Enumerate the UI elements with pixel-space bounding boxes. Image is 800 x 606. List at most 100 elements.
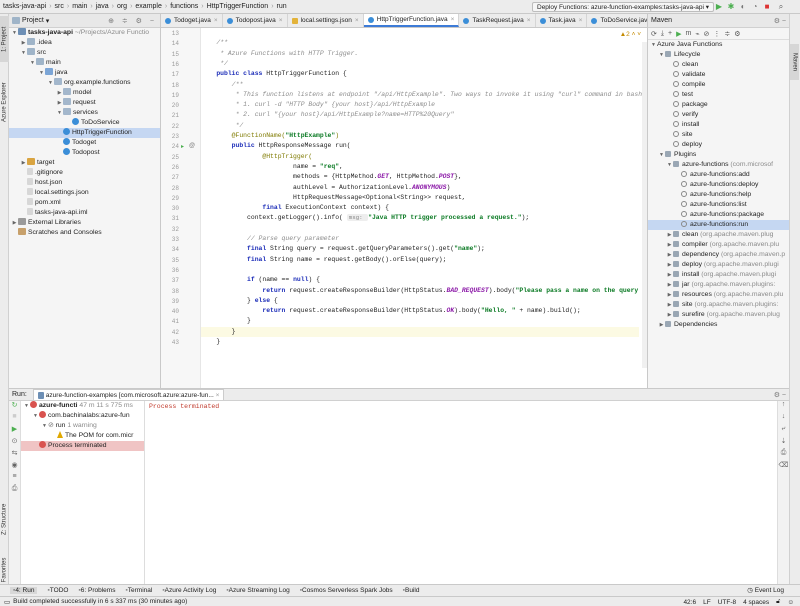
- code-line[interactable]: name = "req",: [201, 162, 639, 172]
- lock-icon[interactable]: 🔓︎: [776, 598, 780, 606]
- run-gutter-icon[interactable]: ▸: [181, 143, 184, 150]
- azure-explorer-tool-tab[interactable]: Azure Explorer: [0, 74, 9, 130]
- indent-setting[interactable]: 4 spaces: [743, 599, 769, 606]
- maven-tree-item[interactable]: ▼ azure-functions (com.microsof: [648, 160, 789, 170]
- project-tree-item[interactable]: .gitignore: [9, 168, 160, 178]
- maven-tree-item[interactable]: ▶ clean (org.apache.maven.plug: [648, 230, 789, 240]
- run-again-icon[interactable]: ▶: [9, 425, 20, 437]
- project-tree-item[interactable]: ▼ src: [9, 48, 160, 58]
- maven-tree-item[interactable]: ▶ surefire (org.apache.maven.plug: [648, 310, 789, 320]
- code-line[interactable]: if (name == null) {: [201, 275, 639, 285]
- maven-tree-item[interactable]: azure-functions:package: [648, 210, 789, 220]
- run-tree-item[interactable]: The POM for com.micr: [21, 431, 144, 441]
- run-maven-icon[interactable]: ▶: [676, 30, 681, 38]
- code-line[interactable]: public class HttpTriggerFunction {: [201, 69, 639, 79]
- breadcrumb-item[interactable]: tasks-java-api: [3, 3, 46, 10]
- code-line[interactable]: * 2. curl "{your host}/api/HttpExample?n…: [201, 110, 639, 120]
- stop-run-icon[interactable]: ■: [9, 413, 20, 425]
- line-separator[interactable]: LF: [703, 599, 711, 606]
- maven-tree-item[interactable]: site: [648, 130, 789, 140]
- breadcrumb-item[interactable]: java: [96, 3, 109, 10]
- project-tree-item[interactable]: ▶ model: [9, 88, 160, 98]
- project-tree-item[interactable]: ▶ target: [9, 158, 160, 168]
- project-tree-item[interactable]: ▼ org.example.functions: [9, 78, 160, 88]
- code-line[interactable]: * Azure Functions with HTTP Trigger.: [201, 49, 639, 59]
- code-line[interactable]: */: [201, 59, 639, 69]
- project-tree-item[interactable]: ▶ .idea: [9, 38, 160, 48]
- breadcrumb-item[interactable]: org: [117, 3, 127, 10]
- show-dependencies-icon[interactable]: ⋮: [713, 30, 720, 38]
- maven-tree-item[interactable]: ▶ jar (org.apache.maven.plugins:: [648, 280, 789, 290]
- toggle-offline-icon[interactable]: ⌁: [695, 30, 699, 38]
- expand-icon[interactable]: ≡: [9, 473, 20, 485]
- expanded-arrow-icon[interactable]: ▼: [29, 58, 36, 68]
- collapsed-arrow-icon[interactable]: ▶: [666, 280, 673, 290]
- maven-tree-item[interactable]: install: [648, 120, 789, 130]
- maven-settings-icon[interactable]: ⚙: [734, 30, 740, 38]
- status-message[interactable]: Build completed successfully in 6 s 337 …: [13, 598, 187, 605]
- scroll-up-icon[interactable]: ↑: [778, 401, 789, 413]
- print-console-icon[interactable]: ⎙: [778, 449, 789, 461]
- execute-goal-icon[interactable]: m: [685, 30, 691, 37]
- close-tab-icon[interactable]: ×: [216, 392, 220, 399]
- collapsed-arrow-icon[interactable]: ▶: [666, 290, 673, 300]
- editor-tab[interactable]: HttpTriggerFunction.java ×: [363, 14, 460, 27]
- project-tree-item[interactable]: Scratches and Consoles: [9, 228, 160, 238]
- bottom-tool-tab[interactable]: ▪ Terminal: [125, 587, 152, 594]
- expanded-arrow-icon[interactable]: ▼: [658, 150, 665, 160]
- project-tree-item[interactable]: ▶ External Libraries: [9, 218, 160, 228]
- collapsed-arrow-icon[interactable]: ▶: [666, 270, 673, 280]
- code-line[interactable]: * This function listens at endpoint "/ap…: [201, 90, 646, 100]
- project-tree-item[interactable]: ▼ java: [9, 68, 160, 78]
- maven-tree-item[interactable]: validate: [648, 70, 789, 80]
- close-tab-icon[interactable]: ×: [214, 17, 218, 24]
- close-tab-icon[interactable]: ×: [579, 17, 583, 24]
- bottom-tool-tab[interactable]: ▪ Build: [403, 587, 420, 594]
- collapsed-arrow-icon[interactable]: ▶: [666, 260, 673, 270]
- filter-icon[interactable]: ◉: [9, 461, 20, 473]
- expanded-arrow-icon[interactable]: ▼: [666, 160, 673, 170]
- run-icon[interactable]: ▶: [714, 2, 724, 12]
- code-line[interactable]: [201, 224, 639, 234]
- skip-tests-icon[interactable]: ⊘: [704, 30, 710, 38]
- code-line[interactable]: HttpRequestMessage<Optional<String>> req…: [201, 193, 639, 203]
- close-tab-icon[interactable]: ×: [451, 16, 455, 23]
- stop-icon[interactable]: ■: [762, 2, 772, 12]
- breadcrumb-item[interactable]: example: [135, 3, 161, 10]
- maven-tree-item[interactable]: ▶ site (org.apache.maven.plugins:: [648, 300, 789, 310]
- breadcrumb-item[interactable]: main: [72, 3, 87, 10]
- breadcrumb-item[interactable]: functions: [170, 3, 198, 10]
- project-tree-item[interactable]: ToDoService: [9, 118, 160, 128]
- warnings-indicator[interactable]: ▲2 ˄ ˅: [620, 31, 641, 38]
- profile-icon[interactable]: ◔: [750, 2, 760, 12]
- code-line[interactable]: * 1. curl -d "HTTP Body" {your host}/api…: [201, 100, 639, 110]
- close-tab-icon[interactable]: ×: [279, 17, 283, 24]
- reload-icon[interactable]: ⟳: [651, 30, 657, 38]
- coverage-icon[interactable]: ◐: [738, 2, 748, 12]
- maven-tree-item[interactable]: ▶ dependency (org.apache.maven.p: [648, 250, 789, 260]
- event-log-tab[interactable]: ◷ Event Log: [747, 586, 784, 594]
- editor-tab[interactable]: Task.java ×: [536, 14, 588, 27]
- breadcrumb-item[interactable]: src: [55, 3, 64, 10]
- panel-actions-icon[interactable]: ⊕ ≑ ⚙ −: [108, 17, 157, 25]
- expanded-arrow-icon[interactable]: ▼: [47, 78, 54, 88]
- collapsed-arrow-icon[interactable]: ▶: [666, 300, 673, 310]
- collapsed-arrow-icon[interactable]: ▶: [56, 98, 63, 108]
- maven-tree-item[interactable]: ▼Azure Java Functions: [648, 40, 789, 50]
- maven-tree-item[interactable]: package: [648, 100, 789, 110]
- run-tree-item[interactable]: Process terminated: [21, 441, 144, 451]
- project-tree-item[interactable]: HttpTriggerFunction: [9, 128, 160, 138]
- scroll-down-icon[interactable]: ↓: [778, 413, 789, 425]
- print-icon[interactable]: ⎙: [9, 485, 20, 497]
- expanded-arrow-icon[interactable]: ▼: [658, 50, 665, 60]
- annotation-gutter-icon[interactable]: @: [189, 143, 195, 149]
- code-line[interactable]: [201, 28, 639, 38]
- code-line[interactable]: return request.createResponseBuilder(Htt…: [201, 286, 647, 296]
- maven-tree-item[interactable]: test: [648, 90, 789, 100]
- maven-tree-item[interactable]: ▶ resources (org.apache.maven.plu: [648, 290, 789, 300]
- run-panel-settings-icon[interactable]: ⚙ −: [774, 391, 786, 399]
- code-line[interactable]: [201, 265, 639, 275]
- run-config-tab[interactable]: azure-function-examples [com.microsoft.a…: [32, 389, 225, 400]
- close-tab-icon[interactable]: ×: [527, 17, 531, 24]
- code-editor[interactable]: 13 14 15 16 17 18 19 20 21 22 23 24 25 26 27 28 29 30 31 32…: [161, 28, 647, 388]
